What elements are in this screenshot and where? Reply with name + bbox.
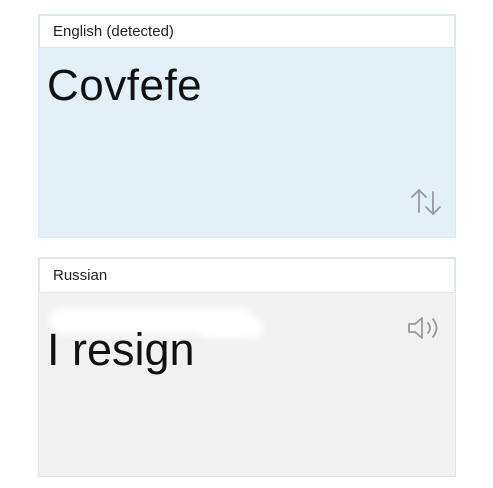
source-text[interactable]: Covfefe (47, 61, 202, 111)
translated-text[interactable]: I resign (47, 324, 195, 376)
source-panel: English (detected) Covfefe (38, 14, 456, 238)
target-panel: Russian I resign (38, 257, 456, 477)
source-language-label[interactable]: English (detected) (39, 15, 455, 48)
speaker-icon (408, 317, 438, 339)
listen-button[interactable] (405, 312, 447, 344)
target-language-label[interactable]: Russian (39, 258, 455, 293)
erased-area (199, 318, 264, 338)
swap-languages-button[interactable] (406, 184, 446, 218)
swap-arrows-icon (411, 189, 441, 215)
